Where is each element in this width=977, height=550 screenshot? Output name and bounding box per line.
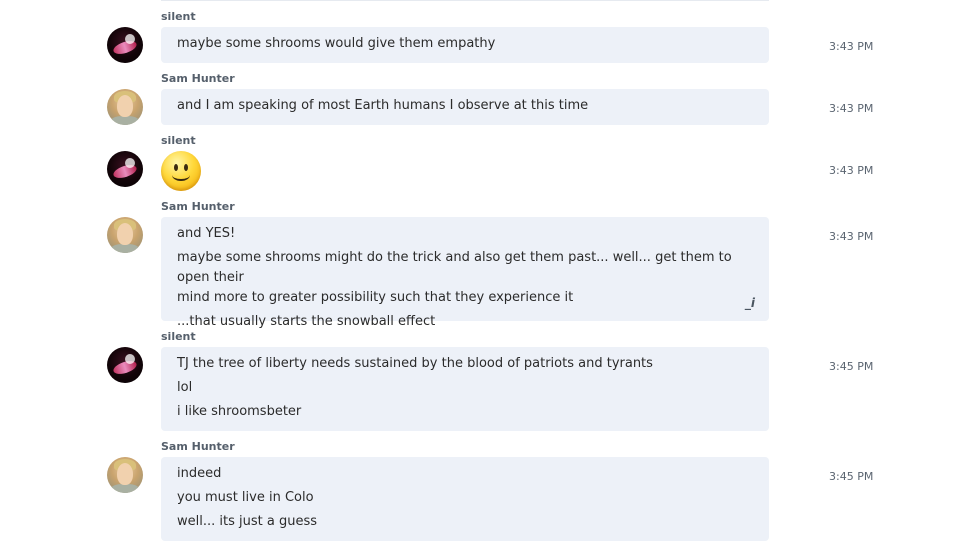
message-text: lol [177, 380, 193, 395]
sam-hunter-avatar[interactable] [107, 217, 143, 253]
message-timestamp: 3:45 PM [829, 470, 874, 483]
message-text: i like shroomsbeter [177, 404, 302, 419]
message-timestamp: 3:43 PM [829, 102, 874, 115]
message-timestamp: 3:45 PM [829, 360, 874, 373]
sender-name[interactable]: silent [161, 10, 196, 23]
message-bubble[interactable]: TJ the tree of liberty needs sustained b… [161, 347, 769, 431]
sam-hunter-avatar[interactable] [107, 89, 143, 125]
silent-avatar[interactable] [107, 151, 143, 187]
sam-hunter-avatar[interactable] [107, 457, 143, 493]
message-bubble[interactable]: and YES! maybe some shrooms might do the… [161, 217, 769, 329]
message-text: well... its just a guess [177, 514, 317, 529]
divider [161, 0, 769, 1]
sender-name[interactable]: Sam Hunter [161, 72, 235, 85]
message-bubble[interactable]: and I am speaking of most Earth humans I… [161, 89, 769, 125]
sender-name[interactable]: Sam Hunter [161, 440, 235, 453]
message-text: and YES! [177, 226, 236, 241]
message-text: indeed [177, 466, 222, 481]
message-bubble[interactable]: indeed you must live in Colo well... its… [161, 457, 769, 541]
silent-avatar[interactable] [107, 27, 143, 63]
message-timestamp: 3:43 PM [829, 164, 874, 177]
sender-name[interactable]: silent [161, 330, 196, 343]
message-timestamp: 3:43 PM [829, 230, 874, 243]
message-text: maybe some shrooms might do the trick an… [177, 250, 732, 285]
message-text: maybe some shrooms would give them empat… [177, 36, 496, 51]
sender-name[interactable]: Sam Hunter [161, 200, 235, 213]
sender-name[interactable]: silent [161, 134, 196, 147]
message-text: ...that usually starts the snowball effe… [177, 314, 436, 329]
message-text: mind more to greater possibility such th… [177, 290, 574, 305]
message-text: and I am speaking of most Earth humans I… [177, 98, 589, 113]
message-text: you must live in Colo [177, 490, 314, 505]
silent-avatar[interactable] [107, 347, 143, 383]
chat-conversation: silent maybe some shrooms would give the… [0, 0, 977, 550]
smiley-emoji[interactable] [161, 151, 201, 191]
message-text: TJ the tree of liberty needs sustained b… [177, 356, 653, 371]
edited-icon[interactable]: _i [745, 296, 755, 310]
message-bubble[interactable]: maybe some shrooms would give them empat… [161, 27, 769, 63]
message-timestamp: 3:43 PM [829, 40, 874, 53]
